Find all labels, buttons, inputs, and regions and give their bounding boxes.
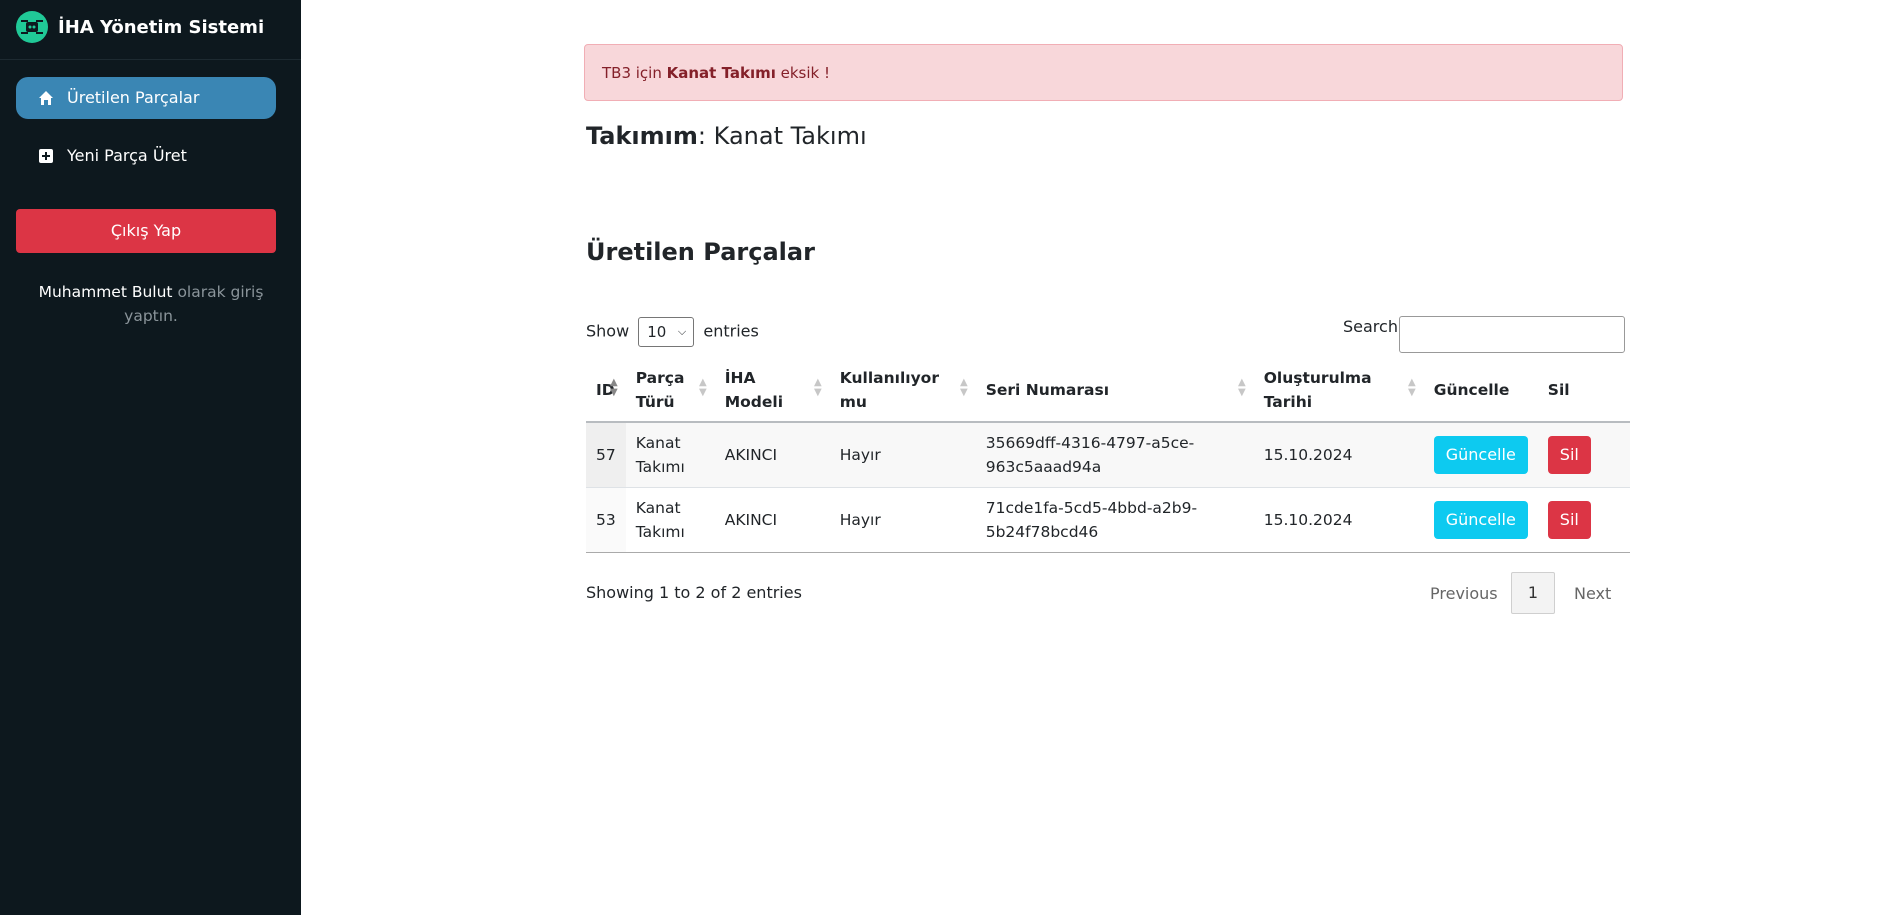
cell-update: Güncelle [1423, 422, 1538, 488]
sort-icon: ▲ ▼ [1408, 377, 1416, 398]
missing-part-alert: TB3 için Kanat Takımı eksik ! [584, 44, 1623, 101]
table-row: 53 Kanat Takımı AKINCI Hayır 71cde1fa-5c… [586, 487, 1630, 553]
sort-icon: ▲ ▼ [1238, 377, 1246, 398]
user-status: Muhammet Bulut olarak giriş yaptın. [16, 280, 286, 328]
cell-id: 57 [586, 422, 626, 488]
cell-update: Güncelle [1423, 487, 1538, 553]
team-label: Takımım [586, 122, 698, 150]
cell-type: Kanat Takımı [625, 487, 715, 553]
app-title: İHA Yönetim Sistemi [58, 17, 265, 38]
search-label: Search: [1343, 317, 1404, 336]
chevron-down-icon: ⌵ [677, 325, 687, 338]
delete-button[interactable]: Sil [1547, 436, 1591, 474]
entries-select[interactable]: 10 ⌵ [638, 317, 695, 347]
table-info: Showing 1 to 2 of 2 entries [586, 583, 802, 602]
sort-icon: ▲ ▼ [814, 377, 822, 398]
column-header-kullaniliyor-mu[interactable]: Kullanılıyor mu ▲ ▼ [829, 358, 976, 423]
length-control: Show 10 ⌵ entries [586, 317, 759, 347]
table-header-row: ID ▲ ▼ Parça Türü ▲ ▼ İHA Modeli ▲ ▼ Kullan… [586, 358, 1630, 423]
show-label: Show [586, 321, 630, 341]
table-row: 57 Kanat Takımı AKINCI Hayır 35669dff-43… [586, 422, 1630, 488]
alert-prefix: TB3 için [602, 64, 667, 82]
column-header-parca-turu[interactable]: Parça Türü ▲ ▼ [625, 358, 715, 423]
user-name: Muhammet Bulut [38, 283, 173, 301]
previous-page-button[interactable]: Previous [1430, 584, 1498, 603]
cell-type-text: Kanat Takımı [635, 499, 685, 541]
plus-square-icon [38, 148, 54, 164]
sort-icon: ▲ ▼ [960, 377, 968, 398]
sort-icon: ▲ ▼ [699, 377, 707, 398]
sidebar-item-yeni-parca-uret[interactable]: Yeni Parça Üret [16, 135, 276, 177]
cell-date: 15.10.2024 [1253, 422, 1424, 488]
sidebar-item-uretilen-parcalar[interactable]: Üretilen Parçalar [16, 77, 276, 119]
column-header-sil: Sil [1537, 358, 1630, 423]
page-1-button[interactable]: 1 [1511, 572, 1555, 614]
sidebar: İHA Yönetim Sistemi Üretilen Parçalar Ye… [0, 0, 301, 915]
update-button[interactable]: Güncelle [1433, 436, 1528, 474]
cell-in-use: Hayır [829, 422, 976, 488]
column-header-seri-numarasi[interactable]: Seri Numarası ▲ ▼ [975, 358, 1254, 423]
cell-type-text: Kanat Takımı [635, 434, 685, 476]
column-header-guncelle: Güncelle [1423, 358, 1538, 423]
sidebar-item-label: Üretilen Parçalar [67, 88, 200, 107]
sidebar-item-label: Yeni Parça Üret [67, 146, 187, 165]
cell-serial-text: 71cde1fa-5cd5-4bbd-a2b9-5b24f78bcd46 [985, 499, 1198, 541]
cell-in-use: Hayır [829, 487, 976, 553]
column-header-id[interactable]: ID ▲ ▼ [586, 358, 626, 423]
cell-delete: Sil [1537, 422, 1630, 488]
team-info: Takımım: Kanat Takımı [586, 122, 867, 150]
home-icon [38, 90, 54, 106]
column-header-label: Oluşturulma Tarihi [1263, 368, 1372, 411]
cell-delete: Sil [1537, 487, 1630, 553]
cell-date: 15.10.2024 [1253, 487, 1424, 553]
logout-button[interactable]: Çıkış Yap [16, 209, 276, 253]
page-title: Üretilen Parçalar [586, 238, 815, 266]
column-header-label: Kullanılıyor mu [839, 368, 939, 411]
alert-part-name: Kanat Takımı [666, 64, 776, 82]
cell-serial: 71cde1fa-5cd5-4bbd-a2b9-5b24f78bcd46 [975, 487, 1254, 553]
alert-suffix: eksik ! [775, 64, 831, 82]
column-header-olusturulma-tarihi[interactable]: Oluşturulma Tarihi ▲ ▼ [1253, 358, 1424, 423]
cell-type: Kanat Takımı [625, 422, 715, 488]
column-header-label: Parça Türü [635, 368, 685, 411]
drone-icon [16, 11, 48, 43]
delete-button[interactable]: Sil [1547, 501, 1591, 539]
column-header-label: İHA Modeli [724, 368, 784, 411]
team-value: : Kanat Takımı [697, 122, 867, 150]
sort-ascending-icon: ▲ ▼ [610, 377, 618, 398]
parts-table: ID ▲ ▼ Parça Türü ▲ ▼ İHA Modeli ▲ ▼ Kullan… [586, 358, 1630, 553]
cell-serial-text: 35669dff-4316-4797-a5ce-963c5aaad94a [985, 434, 1195, 476]
cell-serial: 35669dff-4316-4797-a5ce-963c5aaad94a [975, 422, 1254, 488]
search-input[interactable] [1399, 316, 1625, 353]
cell-model: AKINCI [714, 487, 830, 553]
cell-id: 53 [586, 487, 626, 553]
brand[interactable]: İHA Yönetim Sistemi [0, 0, 301, 60]
entries-label: entries [703, 321, 759, 341]
column-header-iha-modeli[interactable]: İHA Modeli ▲ ▼ [714, 358, 830, 423]
next-page-button[interactable]: Next [1574, 584, 1611, 603]
entries-select-value: 10 [647, 323, 667, 341]
update-button[interactable]: Güncelle [1433, 501, 1528, 539]
cell-model: AKINCI [714, 422, 830, 488]
column-header-label: Seri Numarası [985, 380, 1110, 399]
